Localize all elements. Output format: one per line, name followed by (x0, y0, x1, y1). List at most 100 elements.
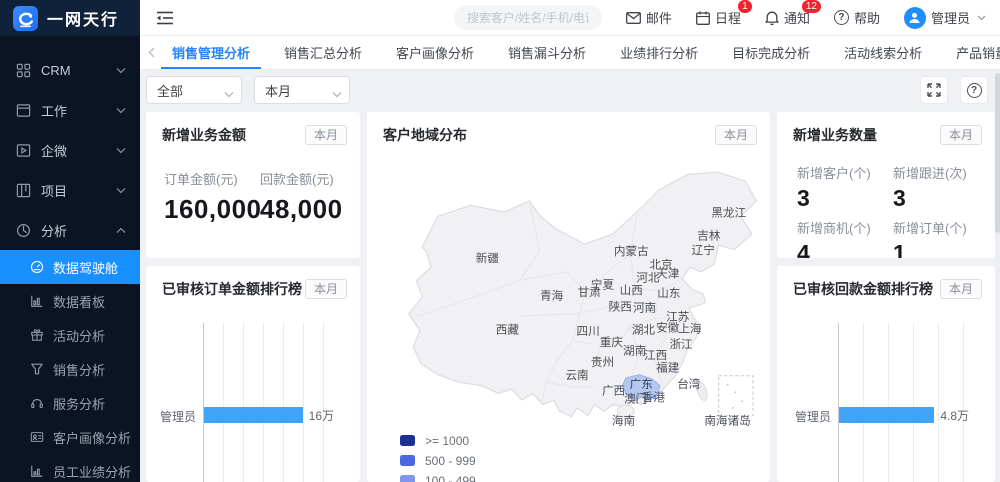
province-label: 湖北 (632, 323, 656, 337)
province-label: 青海 (540, 288, 564, 302)
new-business-count-card: 新增业务数量 本月 新增客户(个) 3 新增跟进(次) 3 新 (777, 112, 995, 258)
fullscreen-button[interactable] (920, 76, 948, 104)
count-stats: 新增客户(个) 3 新增跟进(次) 3 新增商机(个) 4 新增订单(个) (777, 145, 995, 258)
card-title: 已审核订单金额排行榜 (162, 279, 302, 299)
stat-label: 新增商机(个) (797, 218, 889, 237)
province-label: 河南 (633, 301, 656, 315)
sidebar-item-service-analysis[interactable]: 服务分析 (0, 386, 140, 420)
menu-fold-icon[interactable] (154, 7, 176, 29)
column-chart-icon (30, 464, 44, 478)
sidebar-item-work[interactable]: 工作 (0, 90, 140, 130)
tab-product-sales[interactable]: 产品销量分析 (945, 36, 1000, 69)
amount-stats: 订单金额(元) 160,000 回款金额(元) 48,000 (146, 145, 360, 225)
legend-label: >= 1000 (425, 434, 469, 448)
period-badge[interactable]: 本月 (305, 125, 347, 145)
stat-label: 新增订单(个) (893, 218, 985, 237)
chevron-down-icon (116, 187, 126, 194)
stat-label: 新增跟进(次) (893, 163, 985, 182)
play-square-icon (16, 143, 31, 158)
province-label: 贵州 (591, 356, 614, 369)
tab-goal-completion[interactable]: 目标完成分析 (721, 36, 821, 69)
search-input[interactable] (454, 5, 602, 30)
sidebar-item-activity-analysis[interactable]: 活动分析 (0, 318, 140, 352)
tab-sales-summary[interactable]: 销售汇总分析 (273, 36, 373, 69)
legend-label: 500 - 999 (425, 454, 476, 468)
tabs-scroll-left-icon[interactable] (148, 36, 155, 69)
bar-row: 管理员 4.8万 (839, 407, 969, 423)
province-label: 四川 (577, 325, 600, 338)
help-button[interactable]: ? (960, 76, 988, 104)
legend-label: 100 - 499 (425, 474, 476, 482)
tab-sales-management[interactable]: 销售管理分析 (161, 36, 261, 69)
period-select[interactable]: 本月 (254, 76, 350, 104)
sidebar-item-sales-analysis[interactable]: 销售分析 (0, 352, 140, 386)
period-select-value: 本月 (265, 81, 291, 100)
period-badge[interactable]: 本月 (715, 125, 757, 145)
sidebar-nav: CRM 工作 企微 项目 分析 数据驾驶舱 数据看板 (0, 36, 140, 482)
stat-value: 3 (797, 185, 889, 212)
calendar-icon (696, 11, 710, 25)
tab-sales-funnel[interactable]: 销售漏斗分析 (497, 36, 597, 69)
tab-customer-profile[interactable]: 客户画像分析 (385, 36, 485, 69)
sidebar-item-label: 企微 (41, 141, 67, 160)
province-label: 吉林 (697, 229, 721, 243)
card-title: 新增业务金额 (162, 125, 246, 145)
dashboard-cards: 新增业务金额 本月 订单金额(元) 160,000 回款金额(元) 48,000 (140, 110, 1000, 482)
bar[interactable] (839, 407, 934, 423)
scope-select[interactable]: 全部 (146, 76, 242, 104)
tab-activity-leads[interactable]: 活动线索分析 (833, 36, 933, 69)
province-label: 湖南 (623, 344, 646, 358)
sidebar-item-analysis[interactable]: 分析 (0, 210, 140, 250)
period-badge[interactable]: 本月 (940, 279, 982, 299)
province-label: 天津 (656, 267, 680, 280)
sidebar-item-customer-profile-analysis[interactable]: 客户画像分析 (0, 420, 140, 454)
sidebar-item-data-board[interactable]: 数据看板 (0, 284, 140, 318)
logo-area: 一网天行 (0, 0, 140, 36)
left-column: 新增业务金额 本月 订单金额(元) 160,000 回款金额(元) 48,000 (146, 112, 360, 482)
province-label: 香港 (642, 391, 666, 404)
stat-payment-amount: 回款金额(元) 48,000 (260, 169, 352, 225)
brand-logo-icon (13, 6, 38, 31)
map-legend: >= 1000 500 - 999 100 - 499 (400, 434, 476, 482)
scrollbar-thumb[interactable] (995, 73, 1000, 233)
period-badge[interactable]: 本月 (305, 279, 347, 299)
new-business-amount-card: 新增业务金额 本月 订单金额(元) 160,000 回款金额(元) 48,000 (146, 112, 360, 258)
tab-performance-ranking[interactable]: 业绩排行分析 (609, 36, 709, 69)
stat-value: 4 (797, 240, 889, 258)
notification-badge: 12 (802, 0, 821, 13)
help-menu[interactable]: ? 帮助 (834, 8, 880, 27)
sidebar-item-crm[interactable]: CRM (0, 50, 140, 90)
stat-value: 160,000 (164, 194, 256, 225)
payment-ranking-bar-chart: 管理员 4.8万 (838, 323, 969, 482)
filter-bar: 全部 本月 ? (140, 70, 1000, 110)
sidebar-item-data-cockpit[interactable]: 数据驾驶舱 (0, 250, 140, 284)
stat-new-customers: 新增客户(个) 3 (797, 163, 889, 212)
schedule-badge: 1 (738, 0, 752, 13)
sidebar-item-employee-performance-analysis[interactable]: 员工业绩分析 (0, 454, 140, 482)
sidebar-item-label: 工作 (41, 101, 67, 120)
middle-column: 客户地域分布 本月 (367, 112, 770, 482)
province-label: 陕西 (609, 299, 632, 313)
mail-menu[interactable]: 邮件 (626, 8, 672, 27)
province-label: 黑龙江 (711, 206, 746, 219)
notification-menu[interactable]: 通知 12 (765, 8, 810, 27)
bar-value-label: 4.8万 (940, 407, 969, 424)
scrollbar[interactable] (995, 73, 1000, 482)
mail-label: 邮件 (646, 8, 672, 27)
customer-region-card: 客户地域分布 本月 (367, 112, 770, 482)
legend-item: 100 - 499 (400, 474, 476, 482)
province-label: 新疆 (476, 251, 500, 265)
topbar-right: 邮件 日程 1 通知 12 ? 帮助 管理员 (454, 5, 986, 30)
china-map[interactable]: 新疆青海西藏黑龙江吉林辽宁内蒙古北京天津河北宁夏甘肃山西山东陕西河南江苏四川重庆… (369, 150, 770, 482)
main-content: 销售管理分析 销售汇总分析 客户画像分析 销售漏斗分析 业绩排行分析 目标完成分… (140, 36, 1000, 482)
sidebar-item-project[interactable]: 项目 (0, 170, 140, 210)
stat-new-opportunities: 新增商机(个) 4 (797, 218, 889, 258)
period-badge[interactable]: 本月 (940, 125, 982, 145)
sidebar-item-wecom[interactable]: 企微 (0, 130, 140, 170)
chevron-down-icon (116, 107, 126, 114)
user-menu[interactable]: 管理员 (904, 7, 986, 29)
schedule-menu[interactable]: 日程 1 (696, 8, 741, 27)
legend-item: 500 - 999 (400, 454, 476, 467)
sidebar-item-label: CRM (41, 63, 71, 78)
bar[interactable] (204, 407, 303, 423)
